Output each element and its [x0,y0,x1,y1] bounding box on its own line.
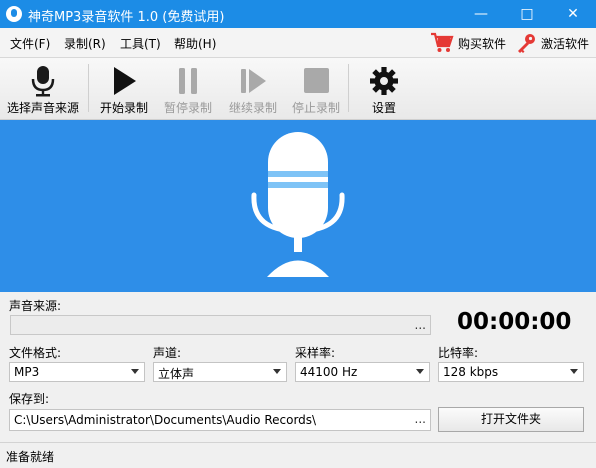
save-to-label: 保存到: [9,392,50,406]
save-path-field[interactable]: C:\Users\Administrator\Documents\Audio R… [9,409,431,431]
pause-icon [179,68,197,94]
menu-tools[interactable]: 工具(T) [120,35,161,52]
play-icon [114,67,136,95]
file-format-select[interactable]: MP3 [9,362,145,382]
stop-record-label: 停止录制 [291,101,340,115]
shopping-cart-icon [430,32,454,54]
microphone-icon [31,66,55,97]
sample-rate-value: 44100 Hz [300,365,358,379]
open-folder-button[interactable]: 打开文件夹 [438,407,584,432]
bitrate-label: 比特率: [438,346,479,360]
activate-software-label: 激活软件 [541,36,590,51]
menu-bar: 文件(F) 录制(R) 工具(T) 帮助(H) 购买软件 激活软件 [0,28,596,58]
close-button[interactable]: ✕ [550,0,596,28]
toolbar-separator [88,64,89,112]
menu-file[interactable]: 文件(F) [10,35,50,52]
chevron-down-icon [570,369,578,374]
bitrate-value: 128 kbps [443,365,499,379]
buy-software-link[interactable]: 购买软件 [430,32,506,54]
activate-software-link[interactable]: 激活软件 [515,32,589,54]
resume-record-button[interactable]: 继续录制 [222,60,284,118]
recording-banner [0,120,596,292]
channel-label: 声道: [153,346,182,360]
menu-help[interactable]: 帮助(H) [174,35,216,52]
large-microphone-icon [251,132,345,277]
stop-record-button[interactable]: 停止录制 [286,60,346,118]
gear-icon [370,67,398,95]
stop-icon [304,68,329,93]
menu-record[interactable]: 录制(R) [64,35,106,52]
file-format-label: 文件格式: [9,346,62,360]
channel-value: 立体声 [158,367,195,381]
bitrate-select[interactable]: 128 kbps [438,362,584,382]
start-record-label: 开始录制 [99,101,148,115]
app-icon [6,6,22,22]
browse-folder-button[interactable]: ... [415,412,426,426]
select-source-label: 选择声音来源 [6,101,79,115]
sample-rate-select[interactable]: 44100 Hz [295,362,430,382]
chevron-down-icon [273,369,281,374]
title-bar: 神奇MP3录音软件 1.0 (免费试用) — □ ✕ [0,0,596,28]
window-title: 神奇MP3录音软件 1.0 (免费试用) [28,10,225,25]
chevron-down-icon [416,369,424,374]
recording-timer: 00:00:00 [457,309,572,335]
minimize-button[interactable]: — [458,0,504,28]
toolbar: 选择声音来源 开始录制 暂停录制 继续录制 停止录制 设置 [0,58,596,120]
resume-icon [241,69,266,93]
chevron-down-icon [131,369,139,374]
start-record-button[interactable]: 开始录制 [94,60,154,118]
pause-record-label: 暂停录制 [163,101,212,115]
key-icon [515,32,537,54]
sample-rate-label: 采样率: [295,346,336,360]
buy-software-label: 购买软件 [458,36,507,51]
toolbar-separator [348,64,349,112]
select-source-button[interactable]: 选择声音来源 [2,60,84,118]
resume-record-label: 继续录制 [228,101,277,115]
pause-record-button[interactable]: 暂停录制 [158,60,218,118]
settings-label: 设置 [371,101,396,115]
maximize-button[interactable]: □ [504,0,550,28]
browse-source-button[interactable]: ... [415,318,426,332]
sound-source-field[interactable]: ... [10,315,431,335]
settings-button[interactable]: 设置 [354,60,414,118]
save-path-value: C:\Users\Administrator\Documents\Audio R… [14,413,317,427]
channel-select[interactable]: 立体声 [153,362,287,382]
status-text: 准备就绪 [6,450,55,464]
status-bar: 准备就绪 [0,442,596,468]
file-format-value: MP3 [14,365,40,379]
sound-source-label: 声音来源: [9,299,62,313]
